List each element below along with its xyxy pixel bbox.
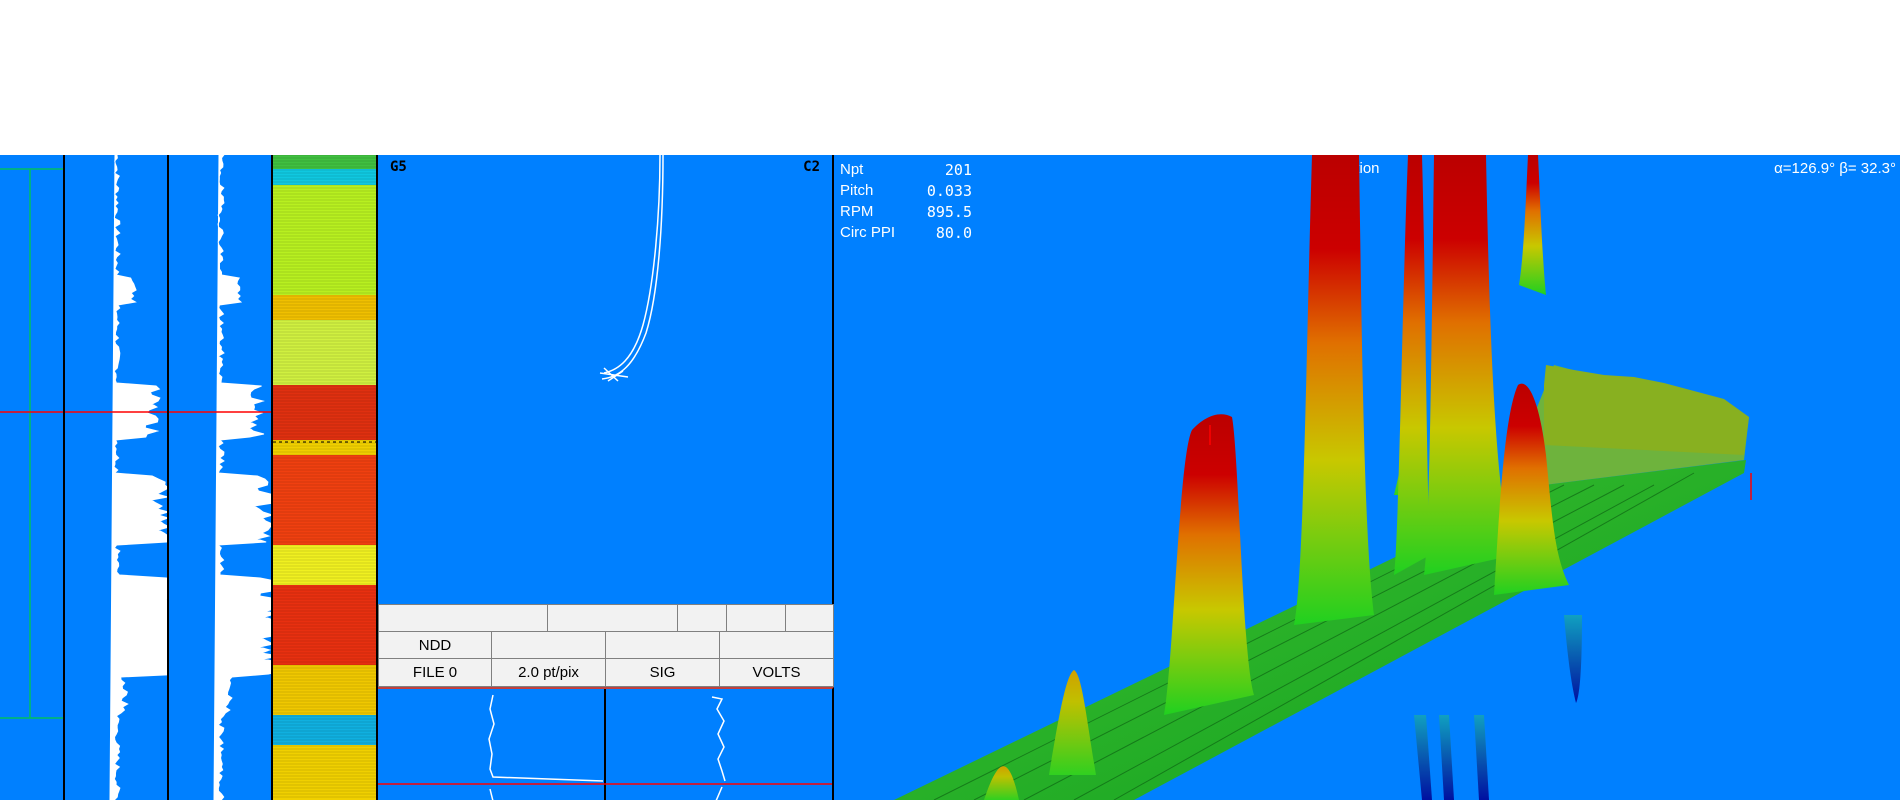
analyzer-window: G5 C2 NDD FILE 0 2.0 pt/pix SIG VOLTS Np… — [0, 155, 1900, 800]
waveform-trace-2 — [169, 155, 271, 800]
table-cell[interactable] — [605, 631, 720, 659]
table-cell — [547, 604, 678, 632]
colormap-track[interactable] — [273, 155, 378, 800]
mini-trace-panel-2[interactable] — [604, 687, 834, 800]
mini-trace-2 — [604, 696, 832, 800]
colormap-strip — [273, 155, 376, 800]
table-cell[interactable] — [491, 631, 606, 659]
depth-ruler-track[interactable] — [0, 155, 65, 800]
signal-cell[interactable]: SIG — [605, 658, 720, 687]
table-cell-ndd[interactable]: NDD — [378, 631, 492, 659]
mini-trace-panel-1[interactable] — [378, 687, 606, 800]
surface-3d-view[interactable]: Npt 201 Pitch 0.033 RPM 895.5 Circ PPI 80.0 … — [834, 155, 1900, 800]
surface-plot — [894, 155, 1752, 800]
table-cell — [785, 604, 834, 632]
trajectory-plot — [599, 155, 664, 382]
waveform-track-2[interactable] — [169, 155, 273, 800]
units-cell[interactable]: VOLTS — [719, 658, 834, 687]
scale-cell[interactable]: 2.0 pt/pix — [491, 658, 606, 687]
table-cell[interactable] — [719, 631, 834, 659]
graphic-panel[interactable]: G5 C2 — [378, 155, 834, 605]
waveform-trace-1 — [65, 155, 167, 800]
channel-table: NDD FILE 0 2.0 pt/pix SIG VOLTS — [378, 604, 834, 692]
table-cell — [378, 604, 548, 632]
table-cell — [726, 604, 786, 632]
table-cell — [677, 604, 727, 632]
file-cell[interactable]: FILE 0 — [378, 658, 492, 687]
mini-trace-1 — [378, 694, 604, 800]
waveform-track-1[interactable] — [65, 155, 169, 800]
depth-ruler — [0, 168, 63, 719]
